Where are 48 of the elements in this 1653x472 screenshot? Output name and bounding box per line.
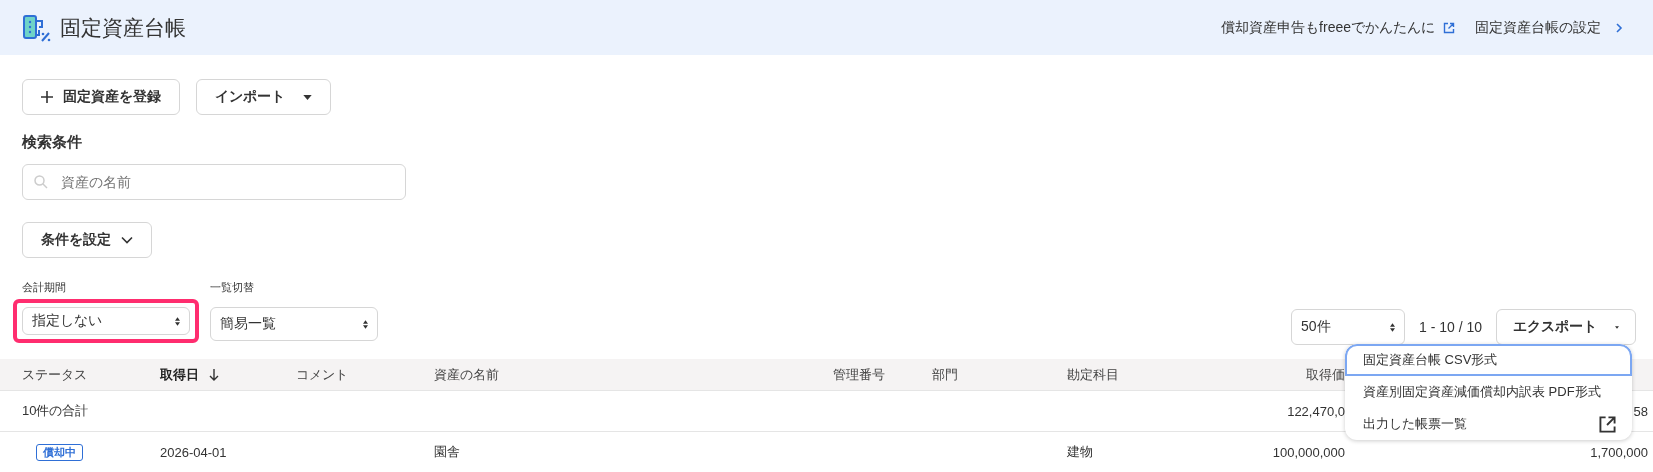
search-field[interactable]: 資産の名前 [22, 164, 406, 200]
sort-arrow-icon [209, 368, 219, 381]
column-header[interactable]: 管理番号 [833, 365, 885, 384]
column-header[interactable]: コメント [296, 365, 348, 384]
table-cell: 122,470,0 [1287, 403, 1345, 419]
export-button[interactable]: エクスポート [1496, 309, 1636, 345]
menu-item[interactable]: 資産別固定資産減価償却内訳表 PDF形式 [1345, 376, 1632, 408]
action-button[interactable]: 固定資産を登録 [22, 79, 180, 115]
page-range: 1 - 10 / 10 [1418, 319, 1482, 335]
chevron-right-icon [1615, 21, 1623, 34]
page-title: 固定資産台帳 [60, 14, 186, 41]
chevron-down-icon [121, 236, 133, 244]
action-button[interactable]: インポート [196, 79, 331, 115]
caret-icon [303, 94, 312, 100]
menu-item[interactable]: 出力した帳票一覧 [1345, 408, 1632, 440]
conditions-button[interactable]: 条件を設定 [22, 222, 152, 258]
column-header[interactable]: 取得日 [160, 365, 199, 384]
updown-icon [363, 319, 368, 329]
header-link[interactable]: 償却資産申告もfreeeでかんたんに [1221, 18, 1455, 37]
status-badge: 償却中 [36, 443, 83, 461]
header-link[interactable]: 固定資産台帳の設定 [1475, 18, 1623, 37]
column-header[interactable]: 部門 [932, 365, 958, 384]
select-field[interactable]: 指定しない [22, 307, 190, 335]
per-page-select[interactable]: 50件 [1290, 309, 1405, 345]
external-link-icon [1443, 21, 1455, 34]
table-cell: 58 [1633, 403, 1648, 419]
table-cell: 2026-04-01 [160, 444, 227, 460]
filter-label: 一覧切替 [210, 280, 255, 295]
table-cell: 建物 [1067, 443, 1093, 461]
table-cell: 100,000,000 [1272, 444, 1345, 460]
plus-icon [41, 91, 53, 103]
external-link-icon [1599, 415, 1616, 433]
column-header[interactable]: 勘定科目 [1067, 365, 1119, 384]
search-icon [34, 175, 48, 189]
table-cell: 園舎 [434, 443, 460, 461]
caret-icon [1615, 324, 1619, 330]
section-heading: 検索条件 [22, 133, 83, 152]
ledger-icon [22, 12, 52, 43]
column-header[interactable]: 取得価 [1306, 365, 1345, 384]
updown-icon [175, 316, 180, 326]
table-cell: 10件の合計 [22, 402, 89, 420]
menu-item[interactable]: 固定資産台帳 CSV形式 [1345, 344, 1632, 376]
filter-label: 会計期間 [22, 280, 67, 295]
column-header[interactable]: 資産の名前 [434, 365, 499, 384]
table-cell: 1,700,000 [1590, 444, 1648, 460]
column-header[interactable]: ステータス [22, 365, 87, 384]
select-field[interactable]: 簡易一覧 [210, 307, 378, 341]
updown-icon [1389, 322, 1395, 332]
